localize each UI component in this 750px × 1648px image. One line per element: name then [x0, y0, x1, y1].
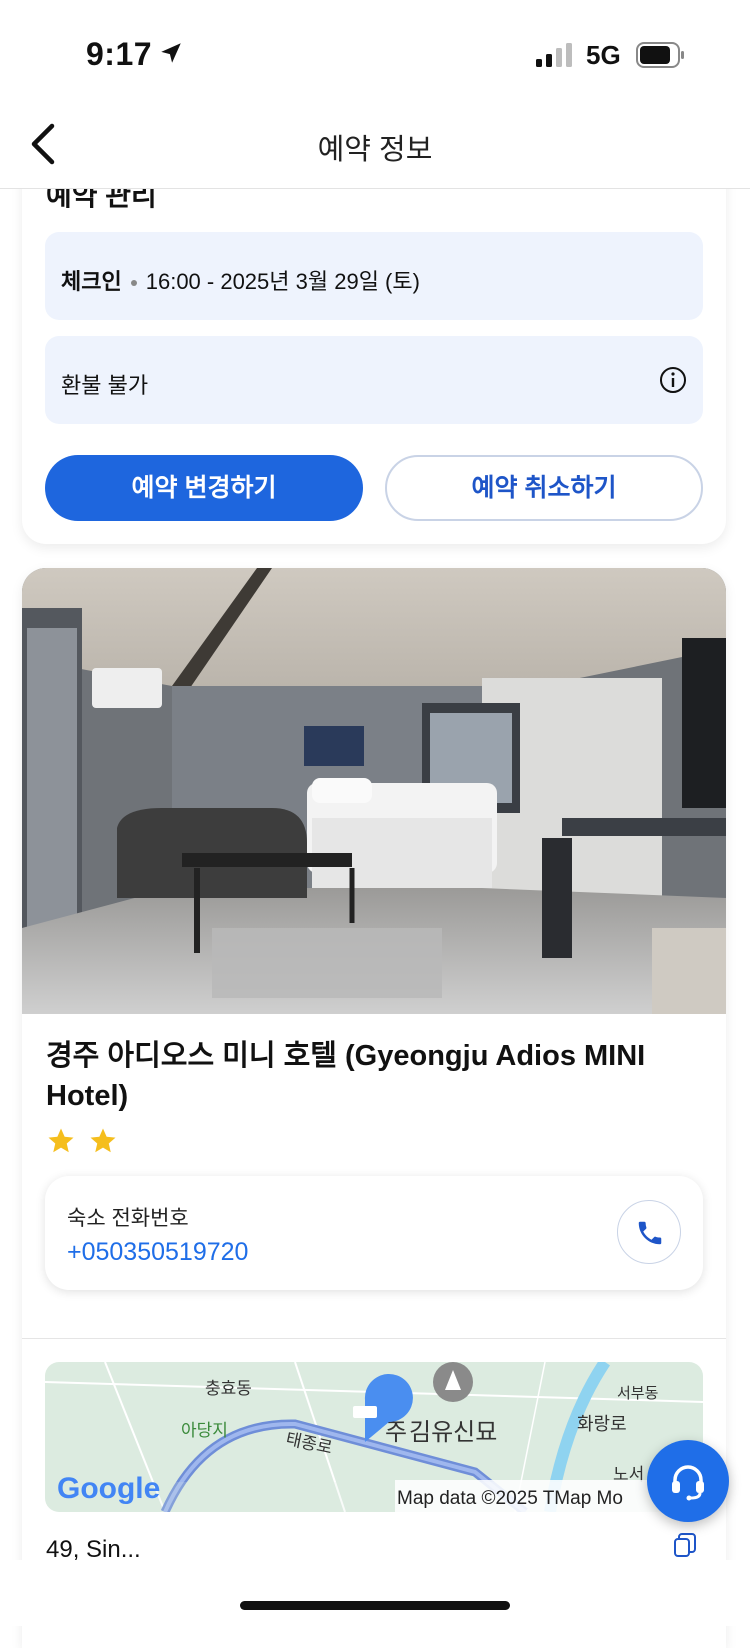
hotel-name: 경주 아디오스 미니 호텔 (Gyeongju Adios MINI Hotel… [46, 1040, 646, 1112]
battery-icon [636, 42, 684, 68]
star-rating [46, 1126, 126, 1161]
change-reservation-button[interactable]: 예약 변경하기 [45, 455, 363, 521]
google-logo: Google [57, 1472, 160, 1505]
map-label-hwarang: 화랑로 [577, 1414, 627, 1434]
hotel-map[interactable]: 충효동 아당지 태종로 주 김유신묘 서부동 화랑로 노서 Google Map… [45, 1362, 703, 1512]
map-attribution: Map data ©2025 TMap Mo [397, 1488, 623, 1509]
separator-dot [130, 280, 137, 287]
headset-icon [672, 1465, 704, 1501]
checkin-info: 체크인 16:00 - 2025년 3월 29일 (토) [45, 232, 703, 320]
reservation-manage-card: 예약 관리 체크인 16:00 - 2025년 3월 29일 (토) 환불 불가 … [22, 150, 726, 544]
phone-icon [638, 1221, 662, 1245]
phone-number[interactable]: +050350519720 [67, 1238, 248, 1267]
refund-policy[interactable]: 환불 불가 [45, 336, 703, 424]
network-type: 5G [586, 40, 621, 70]
map-label-seobu: 서부동 [617, 1385, 659, 1402]
copy-icon[interactable] [672, 1532, 698, 1558]
star-icon [48, 1128, 74, 1153]
map-label-adangji: 아당지 [181, 1421, 228, 1440]
map-label-ju: 주 [385, 1419, 407, 1446]
nav-bar: 예약 정보 [0, 100, 750, 189]
bottom-safe-area [0, 1560, 750, 1626]
cancel-reservation-button[interactable]: 예약 취소하기 [385, 455, 703, 521]
signal-icon [536, 43, 572, 67]
star-icon [90, 1128, 116, 1153]
call-button[interactable] [617, 1200, 681, 1264]
page-title: 예약 정보 [317, 134, 433, 166]
hotel-bed-icon [353, 1406, 377, 1418]
divider [22, 1338, 726, 1339]
location-arrow-icon [161, 43, 181, 63]
info-icon[interactable] [659, 366, 687, 394]
hotel-room-photo[interactable] [22, 568, 726, 1014]
map-label-chunghyo: 충효동 [205, 1379, 252, 1398]
customer-support-button[interactable] [647, 1440, 729, 1522]
hotel-card: 경주 아디오스 미니 호텔 (Gyeongju Adios MINI Hotel… [22, 568, 726, 1648]
refund-label: 환불 불가 [61, 373, 149, 398]
phone-label: 숙소 전화번호 [67, 1207, 189, 1230]
checkin-label: 체크인 [61, 269, 122, 294]
status-time: 9:17 [86, 36, 153, 72]
map-label-kimyushin: 김유신묘 [409, 1419, 497, 1446]
home-indicator[interactable] [240, 1601, 510, 1610]
status-bar: 9:17 5G [0, 0, 750, 100]
hotel-phone-box: 숙소 전화번호 +050350519720 [45, 1176, 703, 1290]
checkin-value: 16:00 - 2025년 3월 29일 (토) [145, 269, 420, 294]
